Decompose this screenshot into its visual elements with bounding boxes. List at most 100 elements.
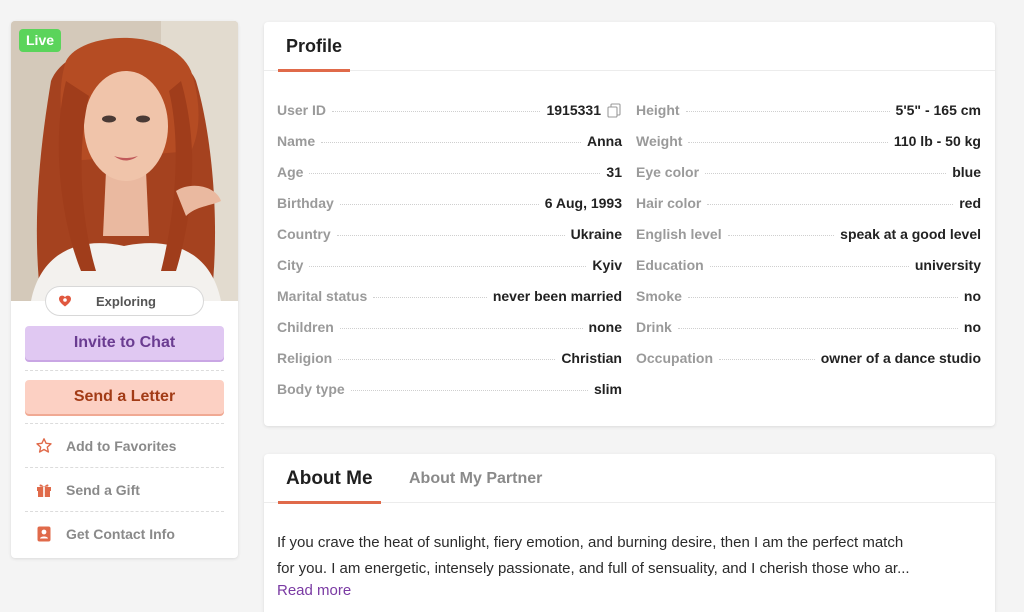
detail-value: owner of a dance studio <box>820 349 981 366</box>
get-contact-info-label: Get Contact Info <box>66 526 175 542</box>
about-text: If you crave the heat of sunlight, fiery… <box>277 530 982 582</box>
send-gift-label: Send a Gift <box>66 482 140 498</box>
detail-row-country: Country Ukraine <box>277 218 622 249</box>
detail-row-children: Children none <box>277 311 622 342</box>
dotted-leader <box>338 359 556 360</box>
tab-about-my-partner[interactable]: About My Partner <box>409 454 542 503</box>
detail-value: Anna <box>587 132 622 149</box>
detail-key: Hair color <box>636 194 702 211</box>
detail-key: Body type <box>277 380 345 397</box>
detail-value: blue <box>952 163 981 180</box>
detail-row-education: Education university <box>636 249 981 280</box>
detail-key: Height <box>636 101 680 118</box>
profile-sidebar: Live Exploring Invite to Chat Send a Let… <box>11 21 238 558</box>
divider <box>25 511 224 512</box>
detail-key: Country <box>277 225 331 242</box>
read-more-link[interactable]: Read more <box>277 582 351 599</box>
detail-value: 1915331 <box>546 101 601 118</box>
dotted-leader <box>709 266 909 267</box>
about-card-header: About Me About My Partner <box>264 454 995 504</box>
dotted-leader <box>339 204 539 205</box>
detail-key: Drink <box>636 318 672 335</box>
detail-row-hair-color: Hair color red <box>636 187 981 218</box>
detail-row-weight: Weight 110 lb - 50 kg <box>636 125 981 156</box>
about-text-line: for you. I am energetic, intensely passi… <box>277 560 910 577</box>
detail-value: no <box>963 287 981 304</box>
detail-value: slim <box>593 380 622 397</box>
tab-profile[interactable]: Profile <box>278 22 351 72</box>
detail-value: never been married <box>492 287 622 304</box>
detail-value: 31 <box>606 163 622 180</box>
dotted-leader <box>677 328 958 329</box>
dotted-leader <box>705 173 947 174</box>
detail-value: 110 lb - 50 kg <box>893 132 981 149</box>
detail-row-eye-color: Eye color blue <box>636 156 981 187</box>
dotted-leader <box>685 111 890 112</box>
detail-key: Name <box>277 132 316 149</box>
detail-row-birthday: Birthday 6 Aug, 1993 <box>277 187 622 218</box>
detail-row-height: Height 5'5" - 165 cm <box>636 94 981 125</box>
detail-key: City <box>277 256 304 273</box>
detail-key: Occupation <box>636 349 714 366</box>
detail-row-english-level: English level speak at a good level <box>636 218 981 249</box>
dotted-leader <box>373 297 487 298</box>
profile-details-right: Height 5'5" - 165 cm Weight 110 lb - 50 … <box>636 94 981 373</box>
detail-row-city: City Kyiv <box>277 249 622 280</box>
dotted-leader <box>688 142 888 143</box>
dotted-leader <box>321 142 581 143</box>
detail-key: Smoke <box>636 287 682 304</box>
detail-key: Marital status <box>277 287 368 304</box>
detail-key: Weight <box>636 132 683 149</box>
detail-value: university <box>914 256 981 273</box>
send-letter-button[interactable]: Send a Letter <box>25 380 224 414</box>
copy-icon[interactable] <box>606 102 622 118</box>
dotted-leader <box>707 204 954 205</box>
send-gift-button[interactable]: Send a Gift <box>25 470 224 510</box>
live-badge: Live <box>19 29 62 52</box>
detail-key: User ID <box>277 101 327 118</box>
dotted-leader <box>350 390 588 391</box>
star-icon <box>35 437 53 455</box>
detail-row-religion: Religion Christian <box>277 342 622 373</box>
dotted-leader <box>687 297 958 298</box>
detail-row-occupation: Occupation owner of a dance studio <box>636 342 981 373</box>
about-card: About Me About My Partner If you crave t… <box>264 454 995 612</box>
detail-value: Ukraine <box>570 225 622 242</box>
detail-row-name: Name Anna <box>277 125 622 156</box>
profile-card-header: Profile <box>264 22 995 72</box>
detail-key: Children <box>277 318 334 335</box>
profile-photo-image <box>11 21 238 301</box>
detail-value: 5'5" - 165 cm <box>895 101 981 118</box>
detail-key: Age <box>277 163 304 180</box>
detail-row-smoke: Smoke no <box>636 280 981 311</box>
tab-about-me[interactable]: About Me <box>278 454 381 504</box>
detail-row-body-type: Body type slim <box>277 373 622 404</box>
detail-row-age: Age 31 <box>277 156 622 187</box>
dotted-leader <box>719 359 815 360</box>
detail-key: Eye color <box>636 163 700 180</box>
detail-value: none <box>588 318 622 335</box>
add-to-favorites-label: Add to Favorites <box>66 438 177 454</box>
add-to-favorites-button[interactable]: Add to Favorites <box>25 426 224 466</box>
profile-page: Live Exploring Invite to Chat Send a Let… <box>0 0 1024 612</box>
dotted-leader <box>309 266 587 267</box>
detail-row-marital-status: Marital status never been married <box>277 280 622 311</box>
status-pill[interactable]: Exploring <box>45 286 204 316</box>
dotted-leader <box>339 328 583 329</box>
gift-icon <box>35 481 53 499</box>
get-contact-info-button[interactable]: Get Contact Info <box>25 514 224 554</box>
about-text-line: If you crave the heat of sunlight, fiery… <box>277 534 904 551</box>
detail-value: Christian <box>561 349 622 366</box>
profile-card: Profile User ID 1915331 Name Anna Age 31… <box>264 22 995 426</box>
profile-photo[interactable]: Live <box>11 21 238 301</box>
dotted-leader <box>727 235 835 236</box>
heart-location-icon <box>58 294 72 308</box>
profile-details-left: User ID 1915331 Name Anna Age 31 Birthda… <box>277 94 622 404</box>
dotted-leader <box>332 111 541 112</box>
detail-key: Education <box>636 256 704 273</box>
detail-value: 6 Aug, 1993 <box>544 194 622 211</box>
detail-row-user-id: User ID 1915331 <box>277 94 622 125</box>
detail-value: red <box>959 194 981 211</box>
invite-to-chat-button[interactable]: Invite to Chat <box>25 326 224 360</box>
detail-row-drink: Drink no <box>636 311 981 342</box>
